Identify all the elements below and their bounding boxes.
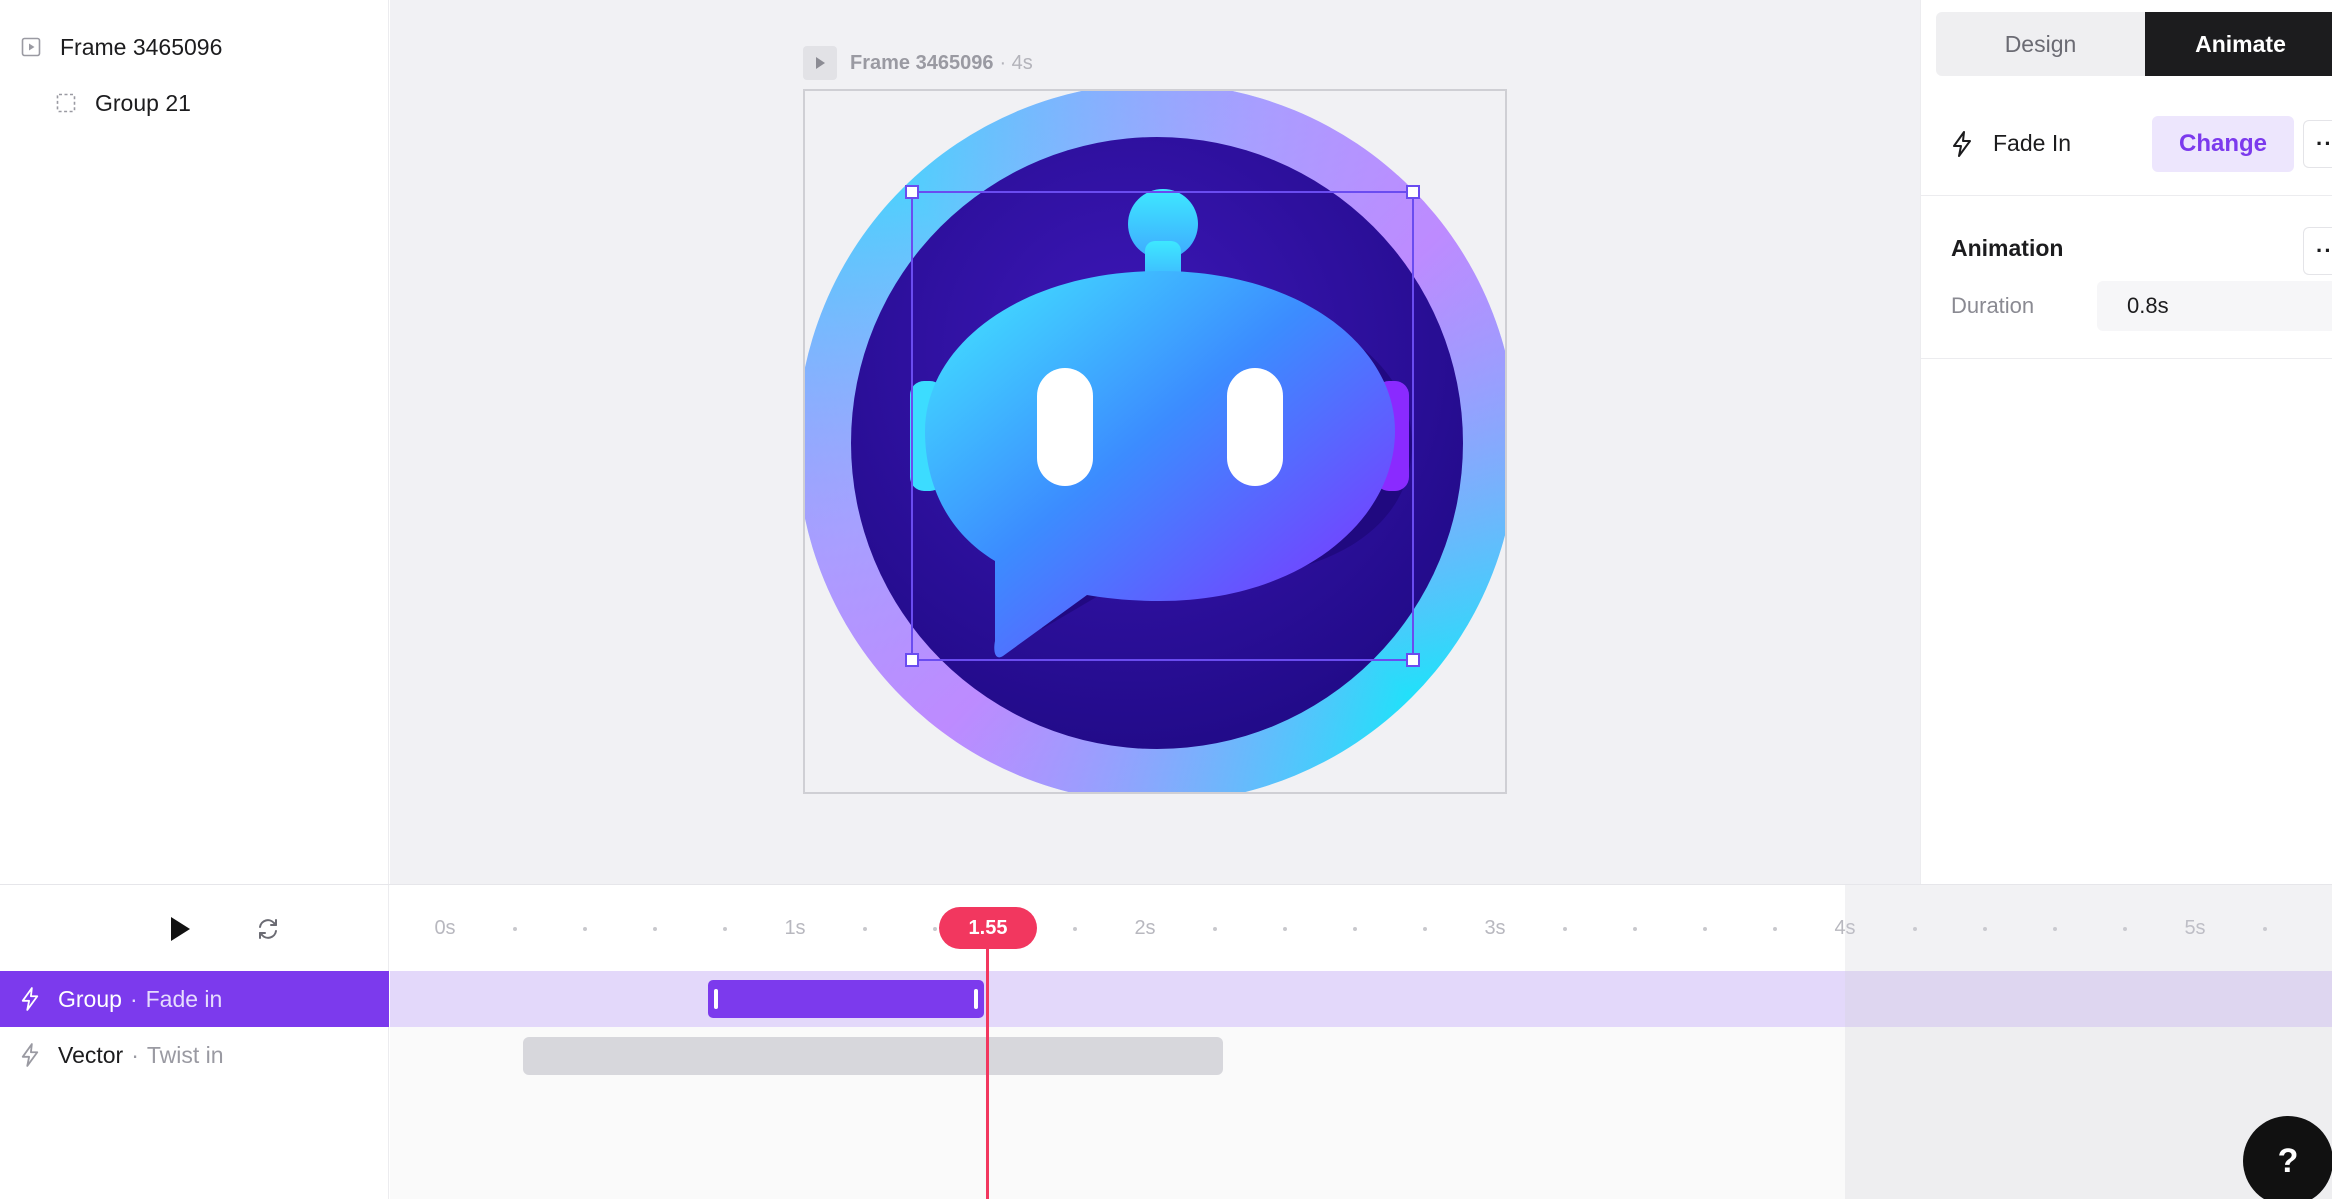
frame-label[interactable]: Frame 3465096 · 4s: [803, 45, 1033, 81]
help-button[interactable]: ?: [2243, 1116, 2332, 1199]
playhead-time[interactable]: 1.55: [939, 907, 1037, 949]
tick-dot: [1633, 927, 1637, 931]
layers-panel: Frame 3465096 Group 21: [0, 0, 389, 884]
duration-label: Duration: [1951, 293, 2035, 318]
effect-row: Fade In Change ···: [1921, 92, 2332, 196]
clip-start-handle[interactable]: [714, 989, 718, 1009]
playback-controls: [0, 885, 389, 971]
clip-vector-twist-in[interactable]: [523, 1037, 1223, 1075]
tick-dot: [513, 927, 517, 931]
animation-title: Animation: [1951, 235, 2064, 261]
tick-dot: [1703, 927, 1707, 931]
tab-animate[interactable]: Animate: [2145, 12, 2332, 76]
layer-item-label: Frame 3465096: [60, 33, 223, 60]
duration-field[interactable]: 0.8s: [2097, 281, 2332, 331]
tick-dot: [933, 927, 937, 931]
artboard-frame[interactable]: [803, 89, 1507, 794]
timeline: Group · Fade in Vector · Twist in 0s 1s …: [0, 884, 2332, 1199]
tick-dot: [1073, 927, 1077, 931]
frame-preview-play-icon[interactable]: [803, 46, 837, 80]
tick-label: 1s: [784, 917, 806, 939]
timeline-lanes[interactable]: 0s 1s 2s 3s 4s 5s 1.55: [390, 885, 2332, 1199]
change-effect-button[interactable]: Change: [2152, 116, 2294, 172]
frame-name: Frame 3465096: [850, 51, 994, 74]
lightning-icon: [20, 987, 40, 1011]
track-group[interactable]: Group · Fade in: [0, 971, 389, 1027]
tick-label: 2s: [1134, 917, 1156, 939]
tick-dot: [653, 927, 657, 931]
tick-label: 0s: [434, 917, 456, 939]
tick-dot: [1283, 927, 1287, 931]
play-icon[interactable]: [166, 915, 194, 943]
lightning-icon: [1951, 130, 1973, 157]
tick-dot: [1213, 927, 1217, 931]
group-dashed-icon: [55, 92, 77, 114]
resize-handle-br[interactable]: [1406, 653, 1420, 667]
playhead-line[interactable]: [986, 945, 989, 1199]
layer-item-label: Group 21: [95, 89, 191, 116]
resize-handle-tl[interactable]: [905, 185, 919, 199]
layer-item-group[interactable]: Group 21: [0, 76, 191, 130]
clip-end-handle[interactable]: [974, 989, 978, 1009]
tick-label: 3s: [1484, 917, 1506, 939]
loop-icon[interactable]: [254, 915, 282, 943]
tick-dot: [583, 927, 587, 931]
frame-play-icon: [20, 36, 42, 58]
track-effect: Fade in: [145, 985, 223, 1012]
animation-section: Animation ··· Duration 0.8s: [1921, 197, 2332, 359]
effect-more-button[interactable]: ···: [2303, 120, 2332, 168]
tick-dot: [1353, 927, 1357, 931]
inspector-tabs: Design Animate: [1936, 12, 2332, 76]
effect-name: Fade In: [1993, 130, 2071, 156]
layer-item-frame[interactable]: Frame 3465096: [0, 20, 222, 74]
clip-group-fade-in[interactable]: [708, 980, 984, 1018]
track-separator: ·: [129, 985, 138, 1012]
tick-dot: [1773, 927, 1777, 931]
inspector-panel: Design Animate Fade In Change ··· Animat…: [1920, 0, 2332, 884]
animation-more-button[interactable]: ···: [2303, 227, 2332, 275]
timeline-tracks-list: Group · Fade in Vector · Twist in: [0, 885, 389, 1199]
resize-handle-tr[interactable]: [1406, 185, 1420, 199]
tick-dot: [863, 927, 867, 931]
track-name: Vector: [58, 1041, 124, 1068]
tick-dot: [723, 927, 727, 931]
lightning-icon: [20, 1043, 40, 1067]
tab-design[interactable]: Design: [1936, 12, 2145, 76]
track-effect: Twist in: [146, 1041, 224, 1068]
chat-bot-icon[interactable]: [805, 91, 1507, 794]
track-separator: ·: [131, 1041, 139, 1068]
track-vector[interactable]: Vector · Twist in: [0, 1027, 389, 1083]
track-name: Group: [58, 985, 122, 1012]
tick-dot: [1563, 927, 1567, 931]
resize-handle-bl[interactable]: [905, 653, 919, 667]
tick-dot: [1423, 927, 1427, 931]
frame-duration: · 4s: [999, 51, 1033, 74]
